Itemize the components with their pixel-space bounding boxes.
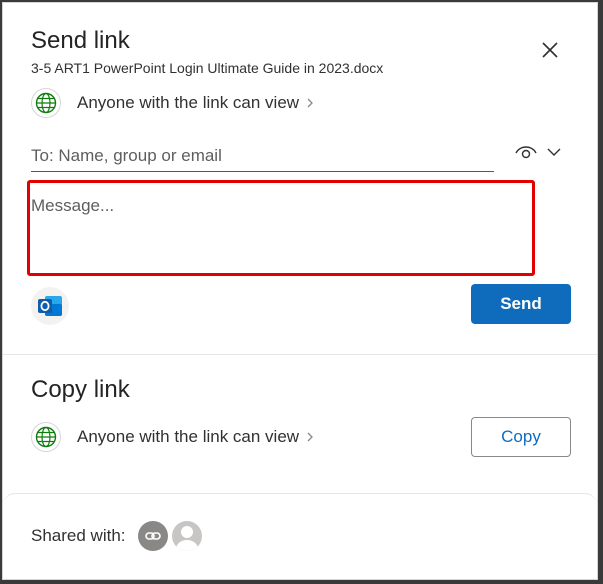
close-button[interactable]	[539, 39, 561, 61]
chevron-down-icon	[547, 148, 561, 156]
close-icon	[542, 42, 558, 58]
chevron-right-icon	[307, 432, 313, 442]
outlook-button[interactable]	[31, 287, 69, 325]
permission-dropdown[interactable]	[514, 143, 562, 161]
globe-icon	[31, 88, 61, 118]
link-permission-copy[interactable]: Anyone with the link can view	[31, 422, 315, 452]
recipients-input[interactable]	[31, 140, 494, 172]
user-avatar[interactable]	[172, 521, 202, 551]
section-divider	[3, 354, 597, 355]
permission-label: Anyone with the link can view	[77, 427, 300, 446]
permission-label: Anyone with the link can view	[77, 93, 300, 112]
file-name: 3-5 ART1 PowerPoint Login Ultimate Guide…	[31, 60, 384, 76]
chevron-right-icon	[307, 98, 313, 108]
eye-icon	[515, 146, 537, 159]
send-link-dialog: Send link 3-5 ART1 PowerPoint Login Ulti…	[2, 2, 598, 580]
shared-with-label: Shared with:	[31, 526, 126, 545]
send-button[interactable]: Send	[471, 284, 571, 324]
outlook-icon	[38, 296, 62, 316]
globe-icon	[31, 422, 61, 452]
shared-link-avatar[interactable]	[138, 521, 168, 551]
copy-link-title: Copy link	[31, 376, 130, 403]
person-icon	[176, 526, 198, 551]
dialog-title: Send link	[31, 27, 130, 54]
link-icon	[145, 532, 161, 540]
copy-button[interactable]: Copy	[471, 417, 571, 457]
link-permission-send[interactable]: Anyone with the link can view	[31, 88, 315, 118]
message-input[interactable]	[31, 196, 521, 266]
